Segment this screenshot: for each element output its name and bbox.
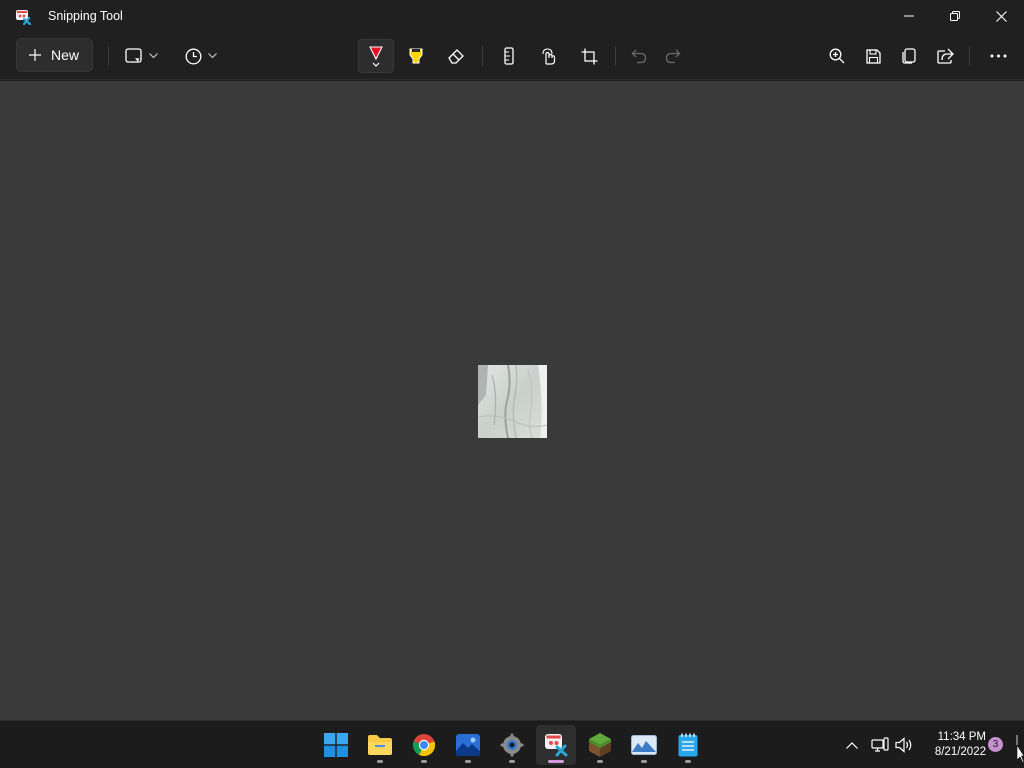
notification-badge[interactable]: 3: [988, 737, 1003, 752]
pen-icon: [369, 46, 383, 67]
clock-icon: [185, 48, 202, 64]
touch-writing-button[interactable]: [534, 40, 564, 72]
zoom-in-icon: [829, 48, 845, 64]
more-options-button[interactable]: [982, 40, 1014, 72]
copy-button[interactable]: [894, 40, 924, 72]
notepad-icon: [678, 733, 698, 757]
snipping-tool-icon: [545, 734, 568, 757]
undo-button[interactable]: [624, 40, 654, 72]
clock-date: 8/21/2022: [934, 746, 986, 758]
title-bar: Snipping Tool: [0, 0, 1024, 32]
touch-writing-icon: [542, 47, 556, 65]
new-snip-label: New: [51, 47, 80, 63]
chevron-down-icon: [148, 53, 158, 59]
copy-icon: [902, 48, 916, 64]
ruler-button[interactable]: [494, 40, 524, 72]
toolbar-divider: [969, 46, 970, 66]
show-desktop-button[interactable]: [1016, 735, 1018, 745]
save-icon: [865, 48, 881, 64]
toolbar-divider: [615, 46, 616, 66]
windows-logo-icon: [324, 733, 348, 757]
clock[interactable]: 11:34 PM 8/21/2022: [920, 730, 986, 760]
toolbar-divider: [108, 46, 109, 66]
taskbar-photos[interactable]: [448, 725, 488, 765]
crop-button[interactable]: [574, 40, 604, 72]
running-indicator: [465, 760, 471, 763]
running-indicator: [377, 760, 383, 763]
network-icon: [871, 737, 889, 752]
redo-button[interactable]: [658, 40, 688, 72]
ruler-icon: [504, 47, 514, 65]
running-indicator: [597, 760, 603, 763]
chevron-down-icon: [208, 53, 217, 59]
zoom-button[interactable]: [822, 40, 852, 72]
taskbar-image-viewer[interactable]: [624, 725, 664, 765]
highlighter-icon: [409, 48, 423, 64]
toolbar: New: [0, 32, 1024, 80]
snipping-mode-dropdown[interactable]: [118, 40, 164, 72]
running-indicator: [641, 760, 647, 763]
eraser-icon: [448, 49, 464, 64]
running-indicator: [421, 760, 427, 763]
undo-icon: [631, 49, 647, 64]
crop-icon: [581, 48, 597, 64]
new-snip-button[interactable]: New: [16, 38, 93, 72]
taskbar-minecraft[interactable]: [580, 725, 620, 765]
taskbar-chrome[interactable]: [404, 725, 444, 765]
restore-button[interactable]: [932, 0, 978, 32]
taskbar: 11:34 PM 8/21/2022 3: [0, 720, 1024, 768]
snipping-tool-icon: [16, 10, 32, 25]
ballpoint-pen-button[interactable]: [358, 39, 394, 73]
plus-icon: [29, 49, 41, 61]
running-indicator: [685, 760, 691, 763]
minimize-icon: [904, 15, 914, 17]
grass-block-icon: [589, 733, 611, 757]
speaker-icon: [895, 737, 912, 753]
rectangle-snip-icon: [124, 48, 142, 63]
share-icon: [936, 48, 954, 64]
show-hidden-icons-button[interactable]: [842, 735, 862, 755]
snip-thumbnail: [478, 365, 547, 438]
landscape-icon: [631, 735, 657, 755]
active-indicator: [548, 760, 564, 763]
chrome-icon: [412, 734, 436, 757]
chevron-up-icon: [846, 741, 858, 749]
redo-icon: [665, 49, 681, 64]
highlighter-button[interactable]: [400, 40, 432, 72]
snip-canvas[interactable]: [0, 81, 1024, 720]
restore-icon: [950, 11, 960, 21]
close-icon: [995, 10, 1007, 22]
more-icon: [990, 54, 1006, 58]
window-title: Snipping Tool: [48, 9, 123, 23]
folder-icon: [368, 735, 392, 755]
delay-dropdown[interactable]: [178, 40, 224, 72]
mouse-cursor-icon: [1017, 745, 1024, 763]
eraser-button[interactable]: [440, 40, 472, 72]
minimize-button[interactable]: [886, 0, 932, 32]
running-indicator: [509, 760, 515, 763]
volume-button[interactable]: [894, 735, 914, 755]
clock-time: 11:34 PM: [937, 731, 986, 743]
gear-icon: [500, 733, 524, 757]
captured-snip-image[interactable]: [478, 365, 547, 438]
taskbar-file-explorer[interactable]: [360, 725, 400, 765]
taskbar-snipping-tool[interactable]: [536, 725, 576, 765]
taskbar-notepad[interactable]: [668, 725, 708, 765]
save-button[interactable]: [858, 40, 888, 72]
photos-icon: [456, 734, 480, 756]
network-button[interactable]: [870, 735, 890, 755]
start-button[interactable]: [316, 725, 356, 765]
taskbar-settings[interactable]: [492, 725, 532, 765]
toolbar-divider: [482, 46, 483, 66]
close-button[interactable]: [978, 0, 1024, 32]
share-button[interactable]: [930, 40, 960, 72]
